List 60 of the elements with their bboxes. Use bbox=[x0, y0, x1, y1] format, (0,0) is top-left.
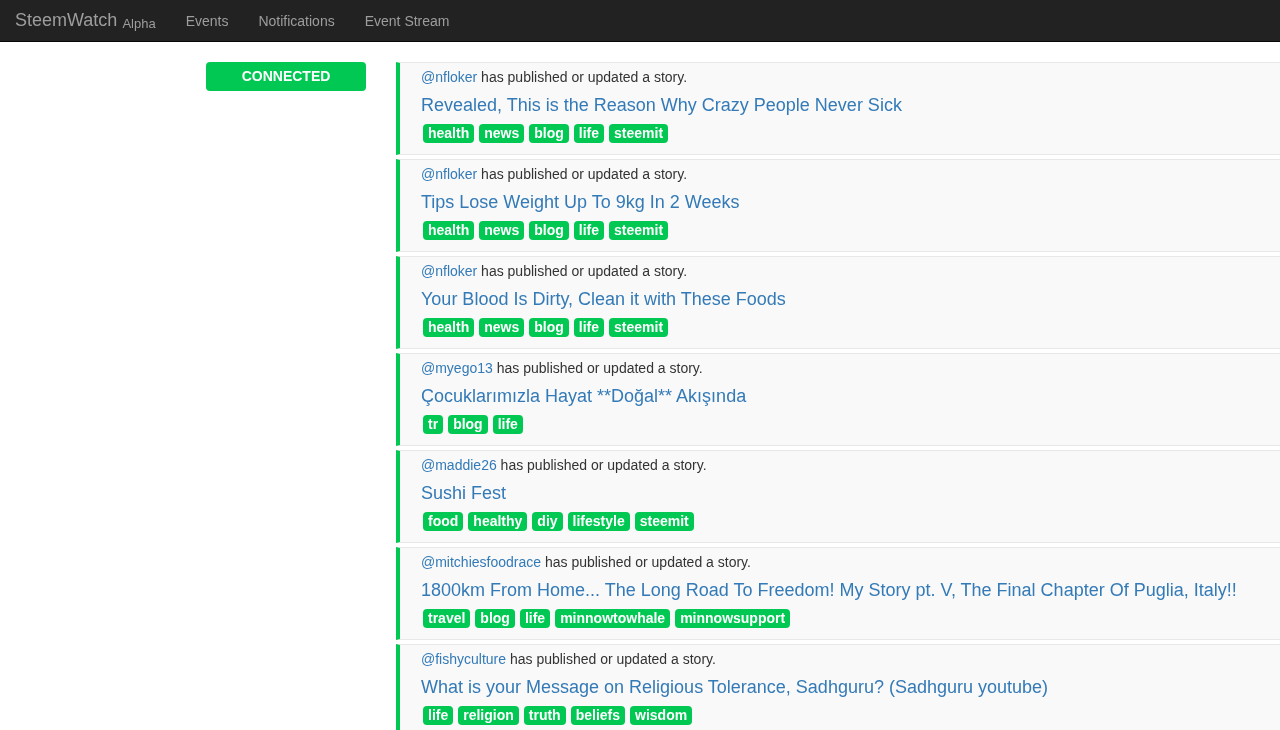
story-title-link[interactable]: 1800km From Home... The Long Road To Freedom! My Story pt. V, The Final Chapter Of Puglia, Italy!! bbox=[421, 580, 1280, 600]
event-description: @nfloker has published or updated a story. bbox=[421, 69, 689, 85]
nav-link[interactable]: Notifications bbox=[258, 12, 335, 29]
tag-label[interactable]: food bbox=[423, 512, 464, 531]
tag-label[interactable]: blog bbox=[475, 609, 515, 628]
tag-label[interactable]: steemit bbox=[609, 318, 669, 337]
tag-label[interactable]: steemit bbox=[609, 124, 669, 143]
tag-label[interactable]: truth bbox=[523, 706, 566, 725]
story-title-link[interactable]: Çocuklarımızla Hayat **Doğal** Akışında bbox=[421, 386, 1280, 406]
tag-label[interactable]: tr bbox=[423, 415, 444, 434]
tag-label[interactable]: news bbox=[479, 221, 525, 240]
author-link[interactable]: @mitchiesfoodrace bbox=[421, 554, 542, 570]
tag-label[interactable]: religion bbox=[458, 706, 519, 725]
tag-label[interactable]: life bbox=[573, 318, 605, 337]
nav-link[interactable]: Events bbox=[185, 12, 229, 29]
author-link[interactable]: @fishyculture bbox=[421, 651, 507, 667]
story-title-link[interactable]: What is your Message on Religious Tolerance, Sadhguru? (Sadhguru youtube) bbox=[421, 677, 1280, 697]
author-link[interactable]: @myego13 bbox=[421, 360, 493, 376]
nav-link[interactable]: Event Stream bbox=[364, 12, 450, 29]
tag-label[interactable]: lifestyle bbox=[567, 512, 630, 531]
tag-label[interactable]: blog bbox=[529, 124, 569, 143]
story-title-link[interactable]: Revealed, This is the Reason Why Crazy People Never Sick bbox=[421, 95, 1280, 115]
author-link[interactable]: @nfloker bbox=[421, 69, 478, 85]
tag-label[interactable]: health bbox=[423, 221, 475, 240]
tag-label[interactable]: steemit bbox=[609, 221, 669, 240]
tag-label[interactable]: news bbox=[479, 318, 525, 337]
tag-label[interactable]: life bbox=[573, 124, 605, 143]
tag-label[interactable]: blog bbox=[529, 318, 569, 337]
story-title-link[interactable]: Your Blood Is Dirty, Clean it with These Foods bbox=[421, 289, 1280, 309]
tag-label[interactable]: health bbox=[423, 318, 475, 337]
tag-label[interactable]: health bbox=[423, 124, 475, 143]
tag-label[interactable]: life bbox=[423, 706, 454, 725]
tag-label[interactable]: minnowtowhale bbox=[555, 609, 671, 628]
tag-label[interactable]: minnowsupport bbox=[675, 609, 791, 628]
event-description: @maddie26 has published or updated a story. bbox=[421, 457, 708, 473]
event-description: @nfloker has published or updated a story. bbox=[421, 166, 689, 182]
tag-label[interactable]: beliefs bbox=[570, 706, 626, 725]
story-title-link[interactable]: Sushi Fest bbox=[421, 483, 1280, 503]
brand-tag: Alpha bbox=[122, 15, 156, 31]
tag-label[interactable]: life bbox=[492, 415, 523, 434]
brand-link[interactable]: SteemWatch bbox=[15, 10, 118, 31]
tag-label[interactable]: life bbox=[519, 609, 551, 628]
tag-label[interactable]: blog bbox=[448, 415, 488, 434]
event-description: @fishyculture has published or updated a story. bbox=[421, 651, 717, 667]
tag-label[interactable]: news bbox=[479, 124, 525, 143]
event-description: @mitchiesfoodrace has published or updated a story. bbox=[421, 554, 752, 570]
tag-label[interactable]: steemit bbox=[634, 512, 694, 531]
author-link[interactable]: @nfloker bbox=[421, 263, 478, 279]
author-link[interactable]: @nfloker bbox=[421, 166, 478, 182]
connection-status: CONNECTED bbox=[206, 62, 366, 91]
story-title-link[interactable]: Tips Lose Weight Up To 9kg In 2 Weeks bbox=[421, 192, 1280, 212]
event-description: @myego13 has published or updated a story. bbox=[421, 360, 704, 376]
tag-label[interactable]: travel bbox=[423, 609, 471, 628]
tag-label[interactable]: life bbox=[573, 221, 605, 240]
tag-label[interactable]: healthy bbox=[468, 512, 528, 531]
event-description: @nfloker has published or updated a story. bbox=[421, 263, 689, 279]
tag-label[interactable]: blog bbox=[529, 221, 569, 240]
tag-label[interactable]: diy bbox=[532, 512, 563, 531]
tag-label[interactable]: wisdom bbox=[630, 706, 693, 725]
author-link[interactable]: @maddie26 bbox=[421, 457, 497, 473]
